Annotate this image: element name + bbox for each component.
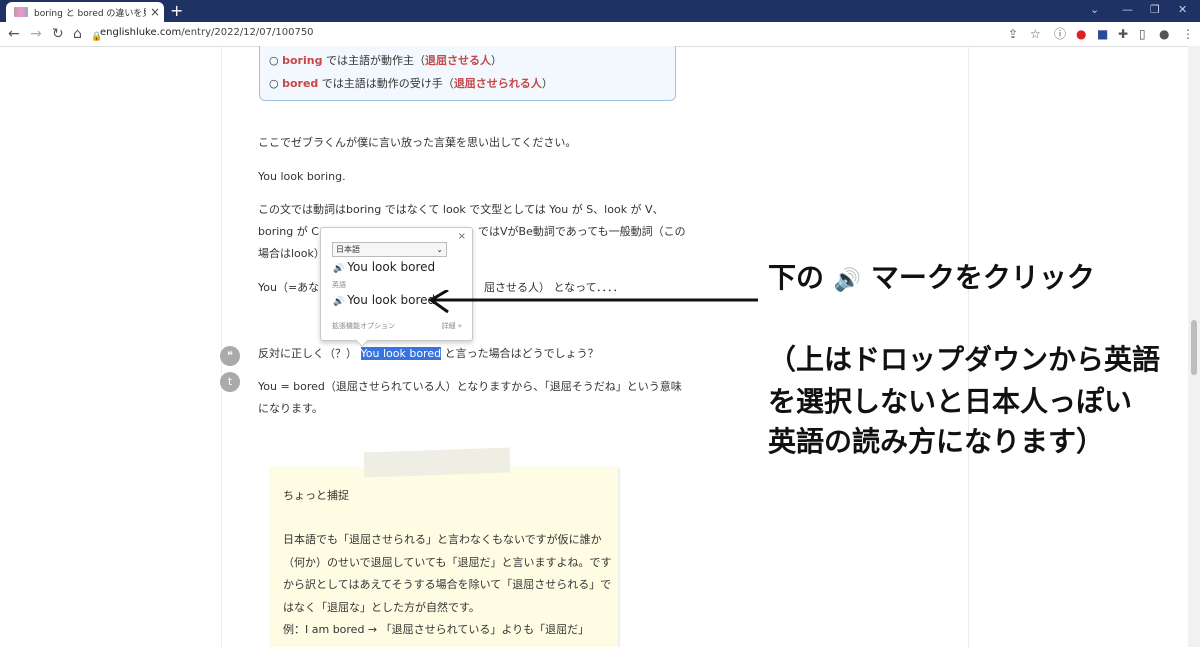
extension-red-icon[interactable]: ● [1076, 26, 1086, 42]
sidepanel-icon[interactable]: ▯ [1139, 26, 1146, 42]
annotation-line-2: （上はドロップダウンから英語 [768, 343, 1161, 376]
paragraph-meaning-2: になります。 [258, 402, 323, 415]
translate-popup: × 日本語 ⌄ 🔊 You look bored 英語 🔊 You look bore… [320, 227, 473, 348]
extensions-puzzle-icon[interactable]: ✚ [1118, 26, 1128, 42]
speaker-icon[interactable]: 🔊 [333, 264, 344, 274]
source-language-label: 英語 [332, 281, 346, 289]
back-icon[interactable]: ← [8, 25, 20, 43]
forward-icon[interactable]: → [30, 25, 42, 43]
extension-translate-icon[interactable]: ■ [1097, 26, 1108, 42]
chevron-down-icon: ⌄ [436, 245, 443, 254]
popup-source-line[interactable]: 🔊 You look bored [333, 293, 435, 307]
note-line: はなく「退屈な」とした方が自然です。 [283, 601, 480, 614]
paragraph-grammar-2a: boring が C [258, 225, 319, 238]
speaker-icon: 🔊 [833, 268, 862, 293]
address-bar[interactable]: englishluke.com/entry/2022/12/07/100750 [100, 27, 314, 38]
tab-title: boring と bored の違いを見分けるカギ [34, 8, 146, 19]
note-line: 日本語でも「退屈させられる」と言わなくもないですが仮に誰か [283, 533, 602, 546]
maximize-icon[interactable]: ❐ [1150, 3, 1160, 16]
tab-search-icon[interactable]: ⌄ [1090, 3, 1099, 16]
extension-options-link[interactable]: 拡張機能オプション [332, 321, 395, 331]
profile-avatar-icon[interactable]: ● [1159, 26, 1169, 42]
speaker-icon[interactable]: 🔊 [333, 297, 344, 307]
note-line: から訳としてはあえてそうする場合を除いて「退屈させられる」で [283, 578, 612, 591]
note-line: 例：I am bored → 「退屈させられている」よりも「退屈だ」 [283, 623, 590, 636]
bookmark-star-icon[interactable]: ☆ [1030, 26, 1041, 42]
paragraph-grammar-1: この文では動詞はboring ではなくて look で文型としては You が … [258, 203, 664, 216]
favicon-icon [14, 7, 28, 17]
new-tab-button[interactable]: + [170, 2, 183, 20]
language-dropdown[interactable]: 日本語 ⌄ [332, 242, 447, 257]
annotation-arrow [428, 290, 758, 314]
tab-bar: boring と bored の違いを見分けるカギ × + ⌄ — ❐ ✕ [0, 0, 1200, 22]
scrollbar-thumb[interactable] [1191, 320, 1197, 375]
note-line: （何か）のせいで退屈していても「退屈だ」と言いますよね。です [283, 556, 612, 569]
annotation-line-3: を選択しないと日本人っぽい [768, 385, 1133, 418]
home-icon[interactable]: ⌂ [73, 25, 82, 43]
window-close-icon[interactable]: ✕ [1178, 3, 1187, 16]
reload-icon[interactable]: ↻ [52, 25, 64, 43]
browser-toolbar: ← → ↻ ⌂ 🔒 englishluke.com/entry/2022/12/… [0, 22, 1200, 47]
minimize-icon[interactable]: — [1122, 3, 1133, 16]
menu-kebab-icon[interactable]: ⋮ [1182, 26, 1194, 42]
rule-line-bored: ○ bored では主語は動作の受け手（退屈させられる人） [269, 77, 553, 90]
rule-box: ○ boring では主語が動作主（退屈させる人） ○ bored では主語は動… [259, 46, 676, 101]
quote-share-button[interactable]: ❝ [220, 346, 240, 366]
tab-close-icon[interactable]: × [150, 5, 160, 19]
paragraph-opposite: 反対に正しく（？） You look bored と言った場合はどうでしょう？ [258, 347, 599, 360]
paragraph-grammar-3: 場合はlook） [258, 247, 325, 260]
extension-info-icon[interactable]: ⓘ [1054, 26, 1066, 42]
note-title: ちょっと捕捉 [283, 489, 349, 502]
left-column-divider [221, 46, 222, 647]
note-tape [363, 447, 511, 478]
rule-line-boring: ○ boring では主語が動作主（退屈させる人） [269, 54, 502, 67]
paragraph-meaning-1: You = bored（退屈させられている人）となりますから、「退屈そうだね」と… [258, 380, 682, 393]
popup-translation-line[interactable]: 🔊 You look bored [333, 260, 435, 274]
popup-close-icon[interactable]: × [458, 231, 466, 242]
tab-active[interactable]: boring と bored の違いを見分けるカギ × [6, 2, 164, 22]
share-icon[interactable]: ⇪ [1008, 26, 1018, 42]
paragraph-recall: ここでゼブラくんが僕に言い放った言葉を思い出してください。 [258, 136, 577, 149]
details-link[interactable]: 詳細 » [441, 321, 462, 331]
paragraph-you-a: You（=あな [258, 281, 320, 294]
selected-text[interactable]: You look bored [360, 347, 442, 360]
paragraph-grammar-2b: ではVがBe動詞であっても一般動詞（この [478, 225, 686, 238]
scrollbar[interactable] [1188, 46, 1200, 647]
annotation-line-1: 下の 🔊 マークをクリック [768, 261, 1095, 294]
annotation-line-4: 英語の読み方になります） [768, 425, 1105, 458]
paragraph-you-look-boring: You look boring. [258, 170, 346, 183]
page-content: ○ boring では主語が動作主（退屈させる人） ○ bored では主語は動… [0, 46, 1200, 647]
twitter-share-button[interactable]: t [220, 372, 240, 392]
